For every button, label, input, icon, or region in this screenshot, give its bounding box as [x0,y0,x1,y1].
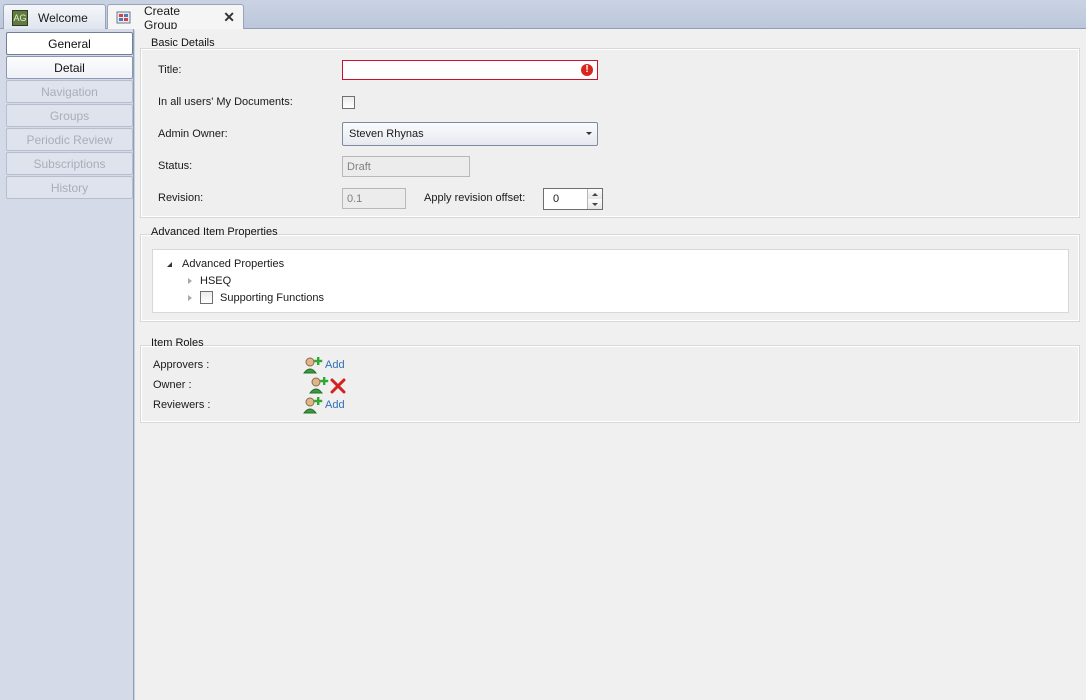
basic-details-body [140,48,1080,218]
reviewers-label: Reviewers : [153,399,211,411]
main-content: Basic Details Title: ! In all users' My … [135,29,1086,700]
title-label: Title: [158,64,182,76]
advanced-properties-title: Advanced Item Properties [151,226,278,238]
nav-groups: Groups [6,104,133,127]
stepper-up-button[interactable] [588,189,602,199]
add-reviewer-link[interactable]: Add [325,399,345,411]
left-navigation: General Detail Navigation Groups Periodi… [0,29,134,700]
nav-periodic-review: Periodic Review [6,128,133,151]
revision-offset-stepper[interactable]: 0 [543,188,603,210]
title-input[interactable]: ! [342,60,598,80]
stepper-buttons [587,189,602,209]
nav-detail[interactable]: Detail [6,56,133,79]
remove-icon[interactable] [329,377,347,395]
approvers-label: Approvers : [153,359,210,371]
basic-details-title: Basic Details [151,37,215,49]
add-user-icon[interactable] [302,356,323,374]
status-label: Status: [158,160,193,172]
tab-create-group[interactable]: Create Group ✕ [107,3,244,32]
basic-details-group: Basic Details Title: ! In all users' My … [140,37,1080,218]
tree-node-label: Advanced Properties [182,258,285,270]
admin-owner-select[interactable]: Steven Rhynas [342,122,598,146]
item-roles-body [140,345,1080,423]
add-approver-link[interactable]: Add [325,359,345,371]
revision-label: Revision: [158,192,204,204]
advanced-properties-body: Advanced Properties HSEQ Supporting Func… [140,234,1080,322]
error-icon: ! [581,64,593,76]
nav-history: History [6,176,133,199]
admin-owner-label: Admin Owner: [158,128,228,140]
chevron-down-icon [586,132,592,135]
app-logo-icon: AG [12,9,28,26]
document-tab-strip: AG Welcome Create Group ✕ [0,0,1086,32]
revision-field: 0.1 [342,188,406,209]
admin-owner-value: Steven Rhynas [349,128,424,140]
stepper-down-button[interactable] [588,199,602,209]
add-user-icon[interactable] [308,376,329,394]
owner-label: Owner : [153,379,192,391]
collapsed-arrow-icon[interactable] [188,294,192,301]
expanded-arrow-icon[interactable] [167,261,172,267]
item-roles-title: Item Roles [151,337,204,349]
add-user-icon[interactable] [302,396,323,414]
collapsed-arrow-icon[interactable] [188,278,192,284]
revision-offset-value: 0 [553,193,560,205]
nav-navigation: Navigation [6,80,133,103]
tab-welcome-label: Welcome [38,10,88,25]
tree-node-label: HSEQ [200,275,232,287]
tree-node-supporting-functions[interactable]: Supporting Functions [188,291,324,304]
revision-offset-label: Apply revision offset: [424,192,526,204]
my-documents-checkbox[interactable] [342,96,355,109]
item-roles-group: Item Roles Approvers : Add Owner : Revie… [140,337,1080,423]
my-documents-label: In all users' My Documents: [158,96,293,108]
nav-general[interactable]: General [6,32,133,55]
advanced-properties-tree: Advanced Properties HSEQ Supporting Func… [152,249,1069,313]
tab-welcome[interactable]: AG Welcome [3,4,106,30]
group-icon [116,10,132,26]
tree-node-hseq[interactable]: HSEQ [188,275,231,287]
supporting-functions-checkbox[interactable] [200,291,213,304]
tree-node-advanced-properties[interactable]: Advanced Properties [167,258,284,270]
tree-node-label: Supporting Functions [220,291,324,304]
advanced-properties-group: Advanced Properties HSEQ Supporting Func… [140,226,1080,322]
tab-create-group-label: Create Group [144,3,181,32]
nav-subscriptions: Subscriptions [6,152,133,175]
status-field: Draft [342,156,470,177]
close-icon[interactable]: ✕ [223,9,235,26]
